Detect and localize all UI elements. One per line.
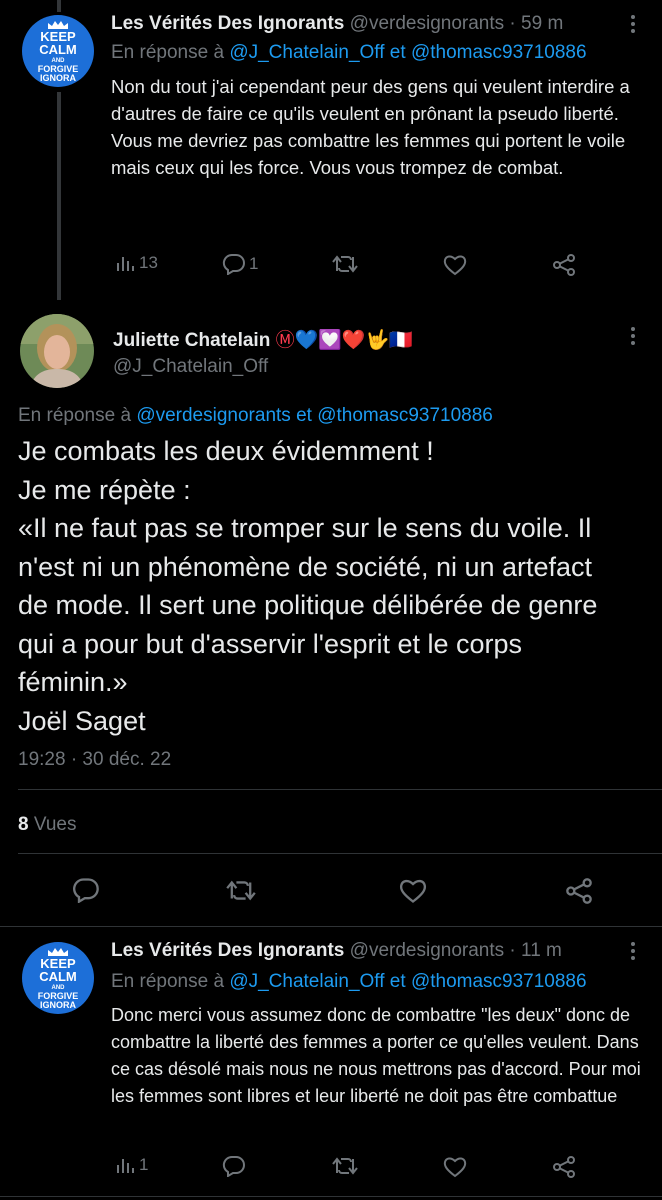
reply-and: et: [389, 971, 406, 992]
avatar[interactable]: [20, 314, 94, 388]
retweet-icon: [332, 1157, 358, 1175]
reply-and: et: [389, 42, 406, 63]
views-count: 13: [139, 253, 158, 272]
reply-and: et: [296, 405, 312, 426]
reply-context: En réponse à @J_Chatelain_Off et @thomas…: [111, 42, 587, 64]
reply-mention-1[interactable]: @verdesignorants: [136, 405, 290, 426]
divider: [18, 853, 662, 854]
reply-mention-2[interactable]: @thomasc93710886: [411, 971, 587, 992]
reply-icon: [222, 1155, 245, 1177]
more-icon[interactable]: [621, 12, 645, 36]
like-button[interactable]: [443, 1156, 467, 1178]
views-icon: [117, 1159, 134, 1173]
author-handle[interactable]: @J_Chatelain_Off: [113, 356, 268, 378]
separator: ·: [509, 940, 516, 961]
heart-icon: [443, 1157, 467, 1178]
avatar[interactable]: KEEP CALM AND FORGIVE IGNORA: [22, 942, 94, 1014]
tweet-3[interactable]: KEEP CALM AND FORGIVE IGNORA Les Vérités…: [0, 927, 662, 1200]
reply-button[interactable]: [72, 877, 100, 903]
avatar-text-ignora: IGNORA: [40, 1000, 76, 1010]
share-icon: [566, 878, 592, 904]
like-button[interactable]: [399, 878, 427, 904]
tweet-text: Je combats les deux évidemment ! Je me r…: [18, 436, 598, 736]
retweet-icon: [226, 880, 256, 901]
share-icon: [553, 254, 575, 276]
separator: ·: [509, 13, 516, 34]
action-bar: [0, 877, 662, 907]
avatar-text-calm: CALM: [39, 969, 77, 984]
reply-prefix: En réponse à: [111, 42, 225, 63]
author-name[interactable]: Les Vérités Des Ignorants: [111, 940, 344, 961]
reply-context: En réponse à @verdesignorants et @thomas…: [18, 405, 493, 427]
reply-mention-1[interactable]: @J_Chatelain_Off: [229, 42, 384, 63]
tweet-header: Les Vérités Des Ignorants @verdesignoran…: [111, 940, 562, 962]
reply-mention-2[interactable]: @thomasc93710886: [317, 405, 493, 426]
author-handle[interactable]: @verdesignorants: [350, 940, 504, 961]
like-button[interactable]: [443, 254, 467, 276]
reply-mention-2[interactable]: @thomasc93710886: [411, 42, 587, 63]
heart-icon: [443, 255, 467, 276]
reply-button[interactable]: 1: [222, 253, 258, 275]
action-bar: 13 1: [0, 251, 662, 281]
retweet-button[interactable]: [226, 879, 256, 902]
more-icon[interactable]: [621, 939, 645, 963]
reply-icon: [73, 878, 99, 903]
views-button[interactable]: 13: [116, 253, 158, 273]
tweet-time[interactable]: 59 m: [521, 13, 563, 34]
reply-context: En réponse à @J_Chatelain_Off et @thomas…: [111, 971, 587, 993]
tweet-text: Non du tout j'ai cependant peur des gens…: [111, 76, 630, 178]
share-button[interactable]: [565, 877, 593, 905]
author-name[interactable]: Les Vérités Des Ignorants: [111, 13, 344, 34]
timestamp[interactable]: 19:28 · 30 déc. 22: [18, 749, 171, 771]
retweet-button[interactable]: [332, 254, 358, 274]
tweet-1[interactable]: KEEP CALM AND FORGIVE IGNORA Les Vérités…: [0, 0, 662, 300]
divider: [0, 1196, 662, 1197]
profile-photo-icon: [20, 314, 94, 388]
share-icon: [553, 1156, 575, 1178]
views-label: Vues: [33, 814, 77, 835]
tweet-time[interactable]: 11 m: [521, 940, 562, 961]
tweet-2: Juliette Chatelain Ⓜ💙💟❤️🤟🇫🇷 @J_Chatelain…: [0, 300, 662, 922]
action-bar: 1: [0, 1153, 662, 1183]
divider: [18, 789, 662, 790]
reply-mention-1[interactable]: @J_Chatelain_Off: [229, 971, 384, 992]
views-summary[interactable]: 8 Vues: [18, 814, 76, 836]
reply-prefix: En réponse à: [18, 405, 132, 426]
share-button[interactable]: [552, 253, 576, 277]
reply-count: 1: [249, 254, 259, 273]
reply-prefix: En réponse à: [111, 971, 225, 992]
emoji-badges: Ⓜ💙💟❤️🤟🇫🇷: [275, 329, 413, 351]
retweet-icon: [332, 255, 358, 273]
more-icon[interactable]: [621, 324, 645, 348]
views-count: 1: [139, 1155, 149, 1174]
author-name[interactable]: Juliette Chatelain: [113, 330, 270, 351]
avatar[interactable]: KEEP CALM AND FORGIVE IGNORA: [22, 15, 94, 87]
heart-icon: [399, 879, 427, 903]
share-button[interactable]: [552, 1155, 576, 1179]
avatar-text-ignora: IGNORA: [40, 73, 76, 83]
avatar-text-calm: CALM: [39, 42, 77, 57]
reply-button[interactable]: [222, 1155, 246, 1177]
thread-line-top: [57, 0, 61, 12]
views-count: 8: [18, 814, 29, 835]
retweet-button[interactable]: [332, 1156, 358, 1176]
tweet-header: Les Vérités Des Ignorants @verdesignoran…: [111, 13, 563, 35]
author-handle[interactable]: @verdesignorants: [350, 13, 504, 34]
views-button[interactable]: 1: [116, 1155, 148, 1175]
reply-icon: [222, 253, 245, 275]
tweet-text: Donc merci vous assumez donc de combattr…: [111, 1005, 641, 1106]
views-icon: [117, 257, 134, 271]
author-row: Juliette Chatelain Ⓜ💙💟❤️🤟🇫🇷: [113, 325, 413, 352]
